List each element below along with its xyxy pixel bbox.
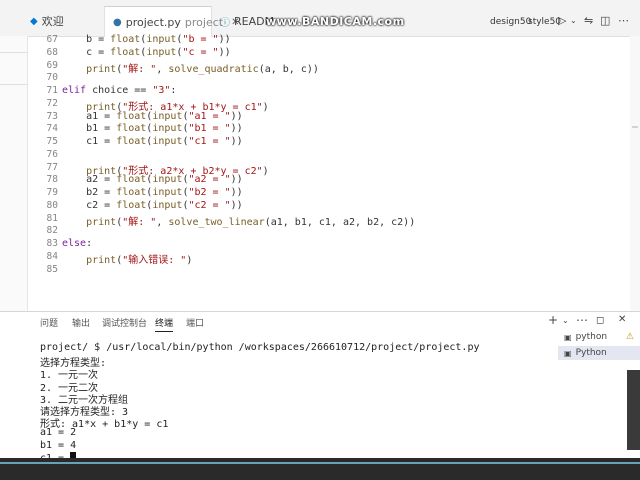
line-number: 74 — [46, 123, 58, 135]
code-line[interactable]: b2 = float(input("b2 = ")) — [62, 187, 243, 198]
minimap[interactable] — [630, 36, 640, 311]
terminal-item-label: python — [575, 332, 608, 342]
line-number: 73 — [46, 110, 58, 122]
panel-tab[interactable]: 输出 — [72, 316, 90, 329]
line-number: 72 — [46, 97, 58, 109]
code-line[interactable]: a1 = float(input("a1 = ")) — [62, 111, 243, 122]
panel-tab[interactable]: 调试控制台 — [102, 316, 147, 329]
terminal-line-text: a1 = 2 — [40, 427, 77, 439]
more-actions-icon[interactable]: ⋯ — [618, 14, 629, 27]
terminal-item-python[interactable]: ▣ python ⚠ — [558, 330, 640, 344]
line-number: 80 — [46, 199, 58, 211]
line-number: 79 — [46, 187, 58, 198]
terminal-line: b1 = 4 — [40, 440, 76, 451]
code-line[interactable]: c = float(input("c = ")) — [62, 47, 231, 58]
line-number: 82 — [46, 225, 58, 237]
minimap-marker — [632, 126, 638, 128]
line-number: 81 — [46, 212, 58, 224]
explorer-sidebar — [0, 36, 28, 311]
line-number: 85 — [46, 263, 58, 275]
code-line[interactable]: print("解: ", solve_quadratic(a, b, c)) — [62, 60, 319, 75]
chevron-down-icon[interactable]: ⌄ — [562, 316, 569, 325]
line-number: 67 — [46, 34, 58, 45]
chevron-down-icon[interactable]: ⌄ — [570, 16, 577, 25]
terminal-icon: ▣ — [564, 348, 572, 358]
line-number: 84 — [46, 250, 58, 262]
line-number: 78 — [46, 174, 58, 186]
tab-label: 欢迎 — [41, 15, 64, 28]
code-line[interactable]: c1 = float(input("c1 = ")) — [62, 136, 243, 147]
maximize-panel-icon[interactable]: ◻ — [596, 315, 604, 326]
terminal-line-text: b1 = 4 — [40, 439, 77, 451]
taskbar-accent-line — [0, 462, 640, 464]
terminal-line: a1 = 2 — [40, 427, 76, 438]
code-line[interactable]: print("输入错误: ") — [62, 251, 192, 266]
terminal-item-label: Python — [575, 348, 607, 358]
panel-tab[interactable]: 端口 — [186, 316, 204, 329]
code-line[interactable]: b = float(input("b = ")) — [62, 34, 231, 45]
code-line[interactable]: a2 = float(input("a2 = ")) — [62, 174, 243, 185]
line-number: 71 — [46, 85, 58, 96]
close-icon[interactable]: ✕ — [618, 314, 626, 325]
code-line[interactable]: b1 = float(input("b1 = ")) — [62, 123, 243, 134]
split-editor-icon[interactable]: ◫ — [600, 14, 610, 27]
code-line[interactable]: print("解: ", solve_two_linear(a1, b1, c1… — [62, 213, 415, 228]
line-number: 83 — [46, 238, 58, 249]
recording-watermark: www.BANDICAM.com — [266, 15, 405, 28]
sidebar-divider — [0, 84, 27, 85]
design50-button[interactable]: design50 — [490, 17, 531, 27]
run-icon[interactable]: ▷ — [558, 14, 566, 27]
line-number: 76 — [46, 148, 58, 160]
more-actions-icon[interactable]: ⋯ — [576, 313, 588, 327]
info-icon: ⓘ — [220, 17, 230, 29]
new-terminal-icon[interactable]: + — [548, 313, 558, 327]
python-file-icon: ● — [113, 16, 122, 28]
line-number: 77 — [46, 161, 58, 173]
terminal-line: project/ $ /usr/local/bin/python /worksp… — [40, 342, 480, 353]
code-line[interactable]: c2 = float(input("c2 = ")) — [62, 200, 243, 211]
tab-label: project.py — [125, 15, 181, 29]
code-editor[interactable]: 67 68 69 70 71 72 73 74 75 76 77 78 79 80 81 82 83 84 85 b… — [28, 30, 628, 310]
overlay-strip — [627, 370, 640, 450]
bottom-panel: 问题 输出 调试控制台 终端 端口 + ⌄ ⋯ ◻ ✕ project/ $ /usr/… — [0, 312, 640, 480]
compare-changes-icon[interactable]: ⇋ — [584, 14, 593, 27]
code-line[interactable]: else: — [62, 238, 92, 249]
terminal-line-text: project/ $ /usr/local/bin/python /worksp… — [40, 342, 480, 353]
terminal-item-python-selected[interactable]: ▣ Python — [558, 346, 640, 360]
line-number: 70 — [46, 72, 58, 84]
warning-icon: ⚠ — [625, 332, 634, 342]
code-line[interactable]: elif choice == "3": — [62, 85, 176, 96]
style50-button[interactable]: style50 — [528, 17, 561, 27]
vscode-icon: ◆ — [30, 15, 38, 27]
terminal-icon: ▣ — [564, 332, 572, 342]
panel-tab[interactable]: 终端 — [155, 316, 174, 332]
line-number: 68 — [46, 46, 58, 58]
sidebar-divider — [0, 52, 27, 53]
line-number: 75 — [46, 136, 58, 147]
line-number: 69 — [46, 59, 58, 71]
panel-tab[interactable]: 问题 — [40, 316, 58, 329]
